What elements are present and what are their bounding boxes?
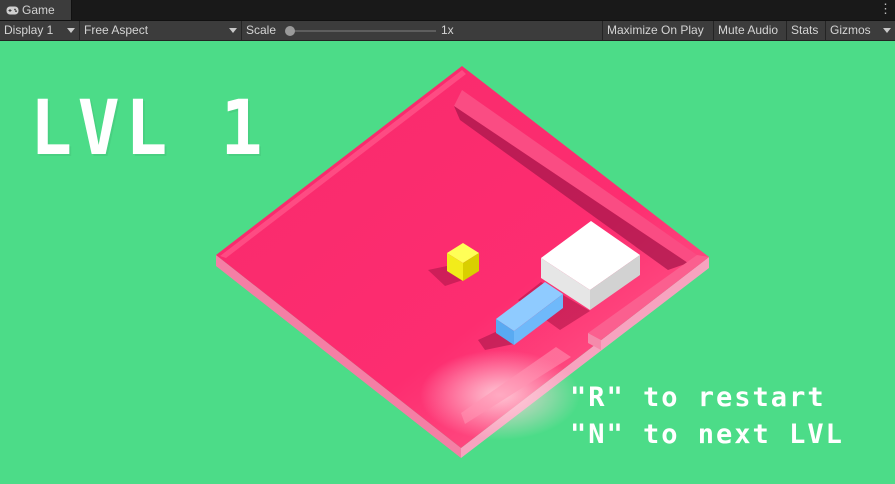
scale-slider-handle[interactable] [285,26,295,36]
maximize-on-play-toggle[interactable]: Maximize On Play [603,21,714,40]
chevron-down-icon [229,28,237,33]
chevron-down-icon [883,28,891,33]
chevron-down-icon [67,28,75,33]
maximize-on-play-label: Maximize On Play [607,23,704,37]
gizmos-label: Gizmos [830,23,871,37]
scale-value: 1x [441,23,454,37]
game-view-toolbar: Display 1 Free Aspect Scale 1x Maximize … [0,21,895,41]
scale-label: Scale [246,23,277,37]
display-dropdown-label: Display 1 [4,23,54,37]
game-viewport[interactable]: LVL 1 "R" to restart "N" to next LVL [0,42,895,484]
game-tab[interactable]: Game [0,0,72,20]
editor-tab-bar: Game ⋮ [0,0,895,21]
mute-audio-toggle[interactable]: Mute Audio [714,21,787,40]
stats-label: Stats [791,23,819,37]
restart-hint: "R" to restart [570,382,826,413]
stats-toggle[interactable]: Stats [787,21,826,40]
mute-audio-label: Mute Audio [718,23,779,37]
kebab-menu-icon[interactable]: ⋮ [879,0,892,20]
display-dropdown[interactable]: Display 1 [0,21,80,40]
next-level-hint: "N" to next LVL [570,419,844,450]
level-title: LVL 1 [30,83,269,172]
aspect-dropdown-label: Free Aspect [84,23,149,37]
aspect-dropdown[interactable]: Free Aspect [80,21,242,40]
gizmos-dropdown[interactable]: Gizmos [826,21,895,40]
scale-slider-track[interactable] [290,30,436,32]
game-tab-label: Game [22,3,55,17]
gamepad-icon [6,6,19,15]
